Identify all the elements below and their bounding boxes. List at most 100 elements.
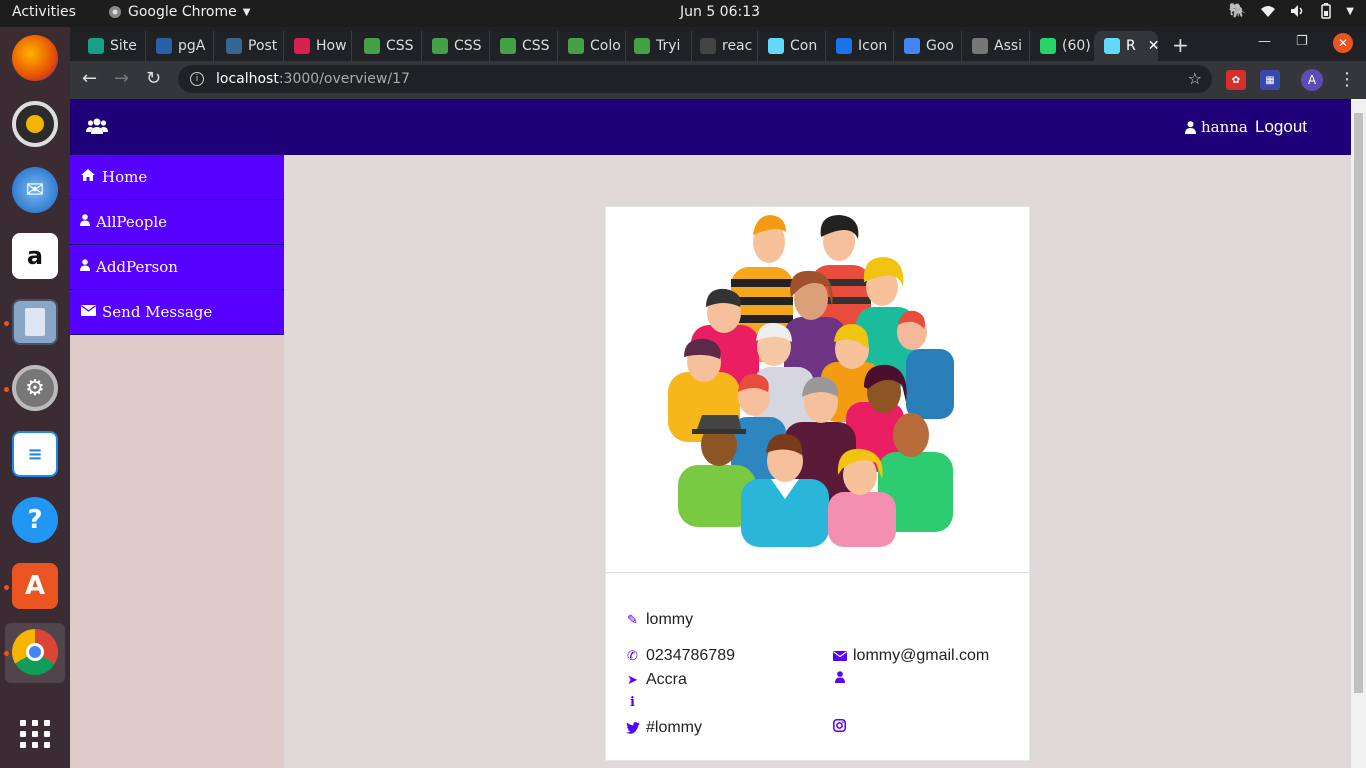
twitter-icon[interactable] — [625, 722, 640, 734]
chevron-down-icon: ▼ — [242, 6, 251, 18]
app-menu-label: Google Chrome — [128, 4, 237, 20]
chrome-icon[interactable] — [12, 629, 58, 675]
new-tab-button[interactable]: + — [1172, 33, 1189, 57]
user-icon — [832, 671, 847, 683]
files-icon[interactable] — [12, 299, 58, 345]
browser-window: Site pgA Post How CSS CSS CSS Colo Tryi reac Con Ic… — [70, 27, 1366, 768]
help-icon[interactable]: ? — [12, 497, 58, 543]
kebab-menu-icon[interactable]: ⋮ — [1338, 69, 1356, 90]
maximize-window-icon[interactable]: ❐ — [1296, 34, 1308, 49]
tab-favicon-icon — [836, 38, 852, 54]
tab-favicon-icon — [156, 38, 172, 54]
browser-tab[interactable]: Goo — [894, 31, 962, 61]
browser-tab[interactable]: CSS — [490, 31, 558, 61]
sidebar-item-label: Send Message — [102, 303, 213, 321]
sidebar-item-label: Home — [102, 168, 148, 186]
tab-favicon-icon — [88, 38, 104, 54]
edit-icon[interactable]: ✎ — [625, 612, 640, 628]
current-user[interactable]: hanna — [1185, 118, 1248, 136]
tab-label: Assi — [994, 38, 1023, 54]
activities-button[interactable]: Activities — [12, 4, 76, 20]
bookmark-star-icon[interactable]: ☆ — [1188, 69, 1202, 88]
sidebar-item-allpeople[interactable]: AllPeople — [70, 200, 284, 245]
browser-tab[interactable]: CSS — [354, 31, 422, 61]
user-icon — [80, 214, 90, 230]
running-indicator — [4, 585, 9, 590]
phone-row: ✆ 0234786789 — [625, 647, 735, 665]
clock[interactable]: Jun 5 06:13 — [680, 4, 760, 20]
users-icon[interactable] — [86, 117, 108, 140]
tab-label: CSS — [454, 38, 482, 54]
browser-tab[interactable]: Icon — [826, 31, 894, 61]
browser-tab[interactable]: Assi — [962, 31, 1030, 61]
location-arrow-icon: ➤ — [627, 672, 638, 687]
system-tray[interactable]: 🐘 ▼ — [1229, 3, 1354, 19]
amazon-icon[interactable]: a — [12, 233, 58, 279]
writer-icon[interactable]: ≡ — [12, 431, 58, 477]
envelope-icon — [832, 651, 847, 661]
chevron-down-icon[interactable]: ▼ — [1346, 6, 1354, 17]
battery-icon[interactable] — [1320, 3, 1332, 19]
name-row[interactable]: ✎ lommy — [625, 611, 693, 629]
app-menu[interactable]: Google Chrome ▼ — [108, 4, 250, 20]
tab-favicon-icon — [1040, 38, 1056, 54]
site-info-icon[interactable]: i — [190, 72, 204, 86]
wifi-icon[interactable] — [1260, 4, 1276, 18]
extension-red-icon[interactable]: ✿ — [1226, 70, 1246, 90]
tab-favicon-icon — [972, 38, 988, 54]
minimize-window-icon[interactable]: — — [1258, 34, 1271, 49]
settings-icon[interactable]: ⚙ — [12, 365, 58, 411]
forward-arrow-icon[interactable]: → — [114, 68, 129, 89]
browser-tab[interactable]: CSS — [422, 31, 490, 61]
rhythmbox-icon[interactable] — [12, 101, 58, 147]
instagram-icon[interactable] — [832, 719, 847, 732]
user-icon — [80, 259, 90, 275]
browser-tab[interactable]: Colo — [558, 31, 626, 61]
extension-calendar-icon[interactable]: ▦ — [1260, 70, 1280, 90]
close-window-icon[interactable]: ✕ — [1333, 33, 1353, 53]
postgres-elephant-icon[interactable]: 🐘 — [1229, 3, 1246, 19]
logout-link[interactable]: Logout — [1255, 117, 1307, 137]
dock: ✉ a ⚙ ≡ ? A — [0, 27, 70, 768]
tab-label: Icon — [858, 38, 888, 54]
instagram-row[interactable] — [832, 719, 847, 732]
tab-label: pgA — [178, 38, 206, 54]
software-icon[interactable]: A — [12, 563, 58, 609]
location-row: ➤ Accra — [625, 671, 687, 689]
running-indicator — [4, 387, 9, 392]
thunderbird-icon[interactable]: ✉ — [12, 167, 58, 213]
tab-label: Post — [248, 38, 278, 54]
tab-favicon-icon — [432, 38, 448, 54]
info-icon: i — [630, 695, 635, 710]
sidebar-item-home[interactable]: Home — [70, 155, 284, 200]
page-scrollbar[interactable] — [1351, 99, 1366, 768]
user-icon — [1185, 120, 1196, 134]
sidebar-item-addperson[interactable]: AddPerson — [70, 245, 284, 290]
close-tab-icon[interactable]: ✕ — [1148, 38, 1158, 54]
app-header: hanna Logout — [70, 99, 1351, 155]
scrollbar-thumb[interactable] — [1354, 113, 1363, 693]
browser-tab[interactable]: reac — [690, 31, 758, 61]
firefox-icon[interactable] — [12, 35, 58, 81]
browser-tab[interactable]: Site — [78, 31, 146, 61]
envelope-icon — [80, 304, 96, 320]
user-row — [832, 671, 847, 683]
address-bar[interactable]: i localhost:3000/overview/17 ☆ — [178, 65, 1212, 93]
back-arrow-icon[interactable]: ← — [82, 68, 97, 89]
sidebar-item-send-message[interactable]: Send Message — [70, 290, 284, 335]
tab-favicon-icon — [294, 38, 310, 54]
url-path: :3000/overview/17 — [278, 71, 410, 87]
tab-active[interactable]: R ✕ — [1094, 31, 1158, 61]
volume-icon[interactable] — [1290, 4, 1306, 18]
browser-tab[interactable]: Con — [758, 31, 826, 61]
browser-tab[interactable]: Post — [216, 31, 284, 61]
show-apps-icon[interactable] — [12, 711, 58, 757]
browser-tab[interactable]: pgA — [146, 31, 214, 61]
profile-avatar[interactable]: A — [1301, 69, 1323, 91]
browser-tab[interactable]: Tryi — [624, 31, 692, 61]
tab-favicon-icon — [226, 38, 242, 54]
twitter-row[interactable]: #lommy — [625, 719, 702, 737]
reload-icon[interactable]: ↻ — [146, 68, 161, 89]
browser-tab[interactable]: How — [284, 31, 352, 61]
browser-tab[interactable]: (60) — [1030, 31, 1098, 61]
